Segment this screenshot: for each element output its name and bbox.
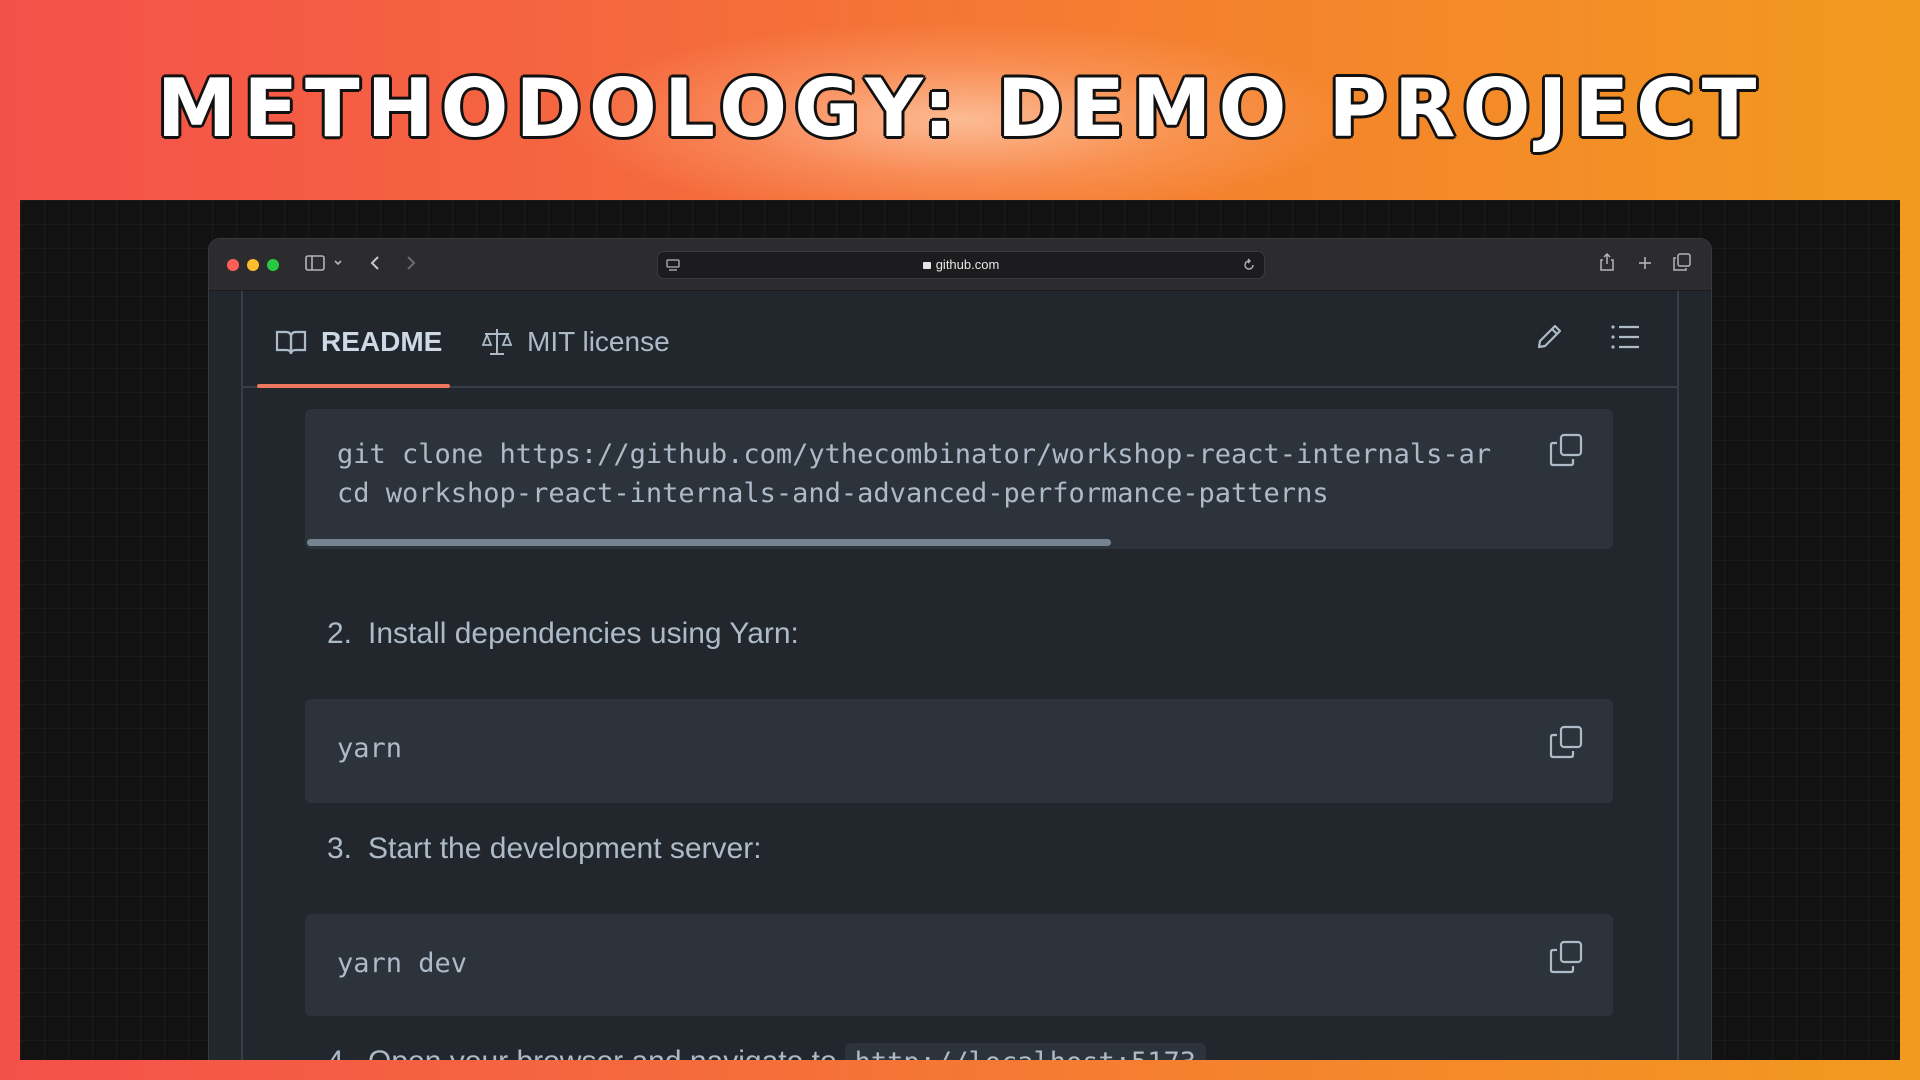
zoom-window-button[interactable] <box>267 259 279 271</box>
list-icon[interactable] <box>1609 321 1641 358</box>
slide-title: METHODOLOGY: DEMO PROJECT <box>156 62 1764 155</box>
minimize-window-button[interactable] <box>247 259 259 271</box>
step-start-server: 3. Start the development server: <box>327 832 762 866</box>
lock-icon <box>922 262 931 269</box>
step-open-browser: 4. Open your browser and navigate to http:… <box>327 1043 1207 1060</box>
localhost-url-code: http://localhost:5173 <box>844 1043 1207 1060</box>
step-text: Open your browser and navigate to <box>368 1045 837 1060</box>
tab-license-label: MIT license <box>527 326 670 357</box>
active-tab-indicator <box>257 384 450 388</box>
code-block-clone: git clone https://github.com/ythecombina… <box>305 409 1613 549</box>
code-block-yarn: yarn <box>305 699 1613 803</box>
readme-panel: README MIT license git clone https://git… <box>241 291 1679 1060</box>
forward-arrow-icon[interactable] <box>405 253 417 277</box>
readme-tabs: README MIT license <box>243 291 1677 388</box>
code-line-yarn: yarn <box>337 733 403 764</box>
tab-mit-license[interactable]: MIT license <box>481 313 670 371</box>
code-line-clone: git clone https://github.com/ythecombina… <box>337 439 1492 470</box>
step-number: 2. <box>327 617 353 650</box>
code-line-cd: cd workshop-react-internals-and-advanced… <box>337 478 1329 509</box>
code-line-yarn-dev: yarn dev <box>337 948 468 979</box>
scale-icon <box>481 329 513 355</box>
code-block-yarn-dev: yarn dev <box>305 914 1613 1016</box>
back-arrow-icon[interactable] <box>369 253 381 277</box>
reload-icon[interactable] <box>1242 258 1256 277</box>
step-install: 2. Install dependencies using Yarn: <box>327 617 799 651</box>
tab-overview-icon[interactable] <box>1673 253 1691 277</box>
screenshot-stage: github.com README MIT license git clone … <box>20 200 1900 1060</box>
tab-readme[interactable]: README <box>275 313 442 371</box>
new-tab-icon[interactable] <box>1637 253 1653 277</box>
tab-readme-label: README <box>321 326 443 357</box>
book-icon <box>275 330 307 355</box>
pencil-icon[interactable] <box>1533 321 1565 358</box>
browser-window: github.com README MIT license git clone … <box>208 238 1712 1060</box>
browser-toolbar: github.com <box>209 239 1711 291</box>
horizontal-scrollbar[interactable] <box>307 539 1111 546</box>
step-text: Install dependencies using Yarn: <box>368 617 799 650</box>
chevron-down-icon[interactable] <box>333 253 343 277</box>
step-number: 4. <box>327 1045 352 1060</box>
copy-icon[interactable] <box>1549 725 1583 759</box>
step-number: 3. <box>327 832 353 865</box>
copy-icon[interactable] <box>1549 940 1583 974</box>
sidebar-toggle-icon[interactable] <box>305 253 325 277</box>
url-text: github.com <box>935 257 1000 272</box>
step-text: Start the development server: <box>368 832 762 865</box>
share-icon[interactable] <box>1599 252 1615 277</box>
address-bar[interactable]: github.com <box>657 251 1265 279</box>
copy-icon[interactable] <box>1549 433 1583 467</box>
close-window-button[interactable] <box>227 259 239 271</box>
